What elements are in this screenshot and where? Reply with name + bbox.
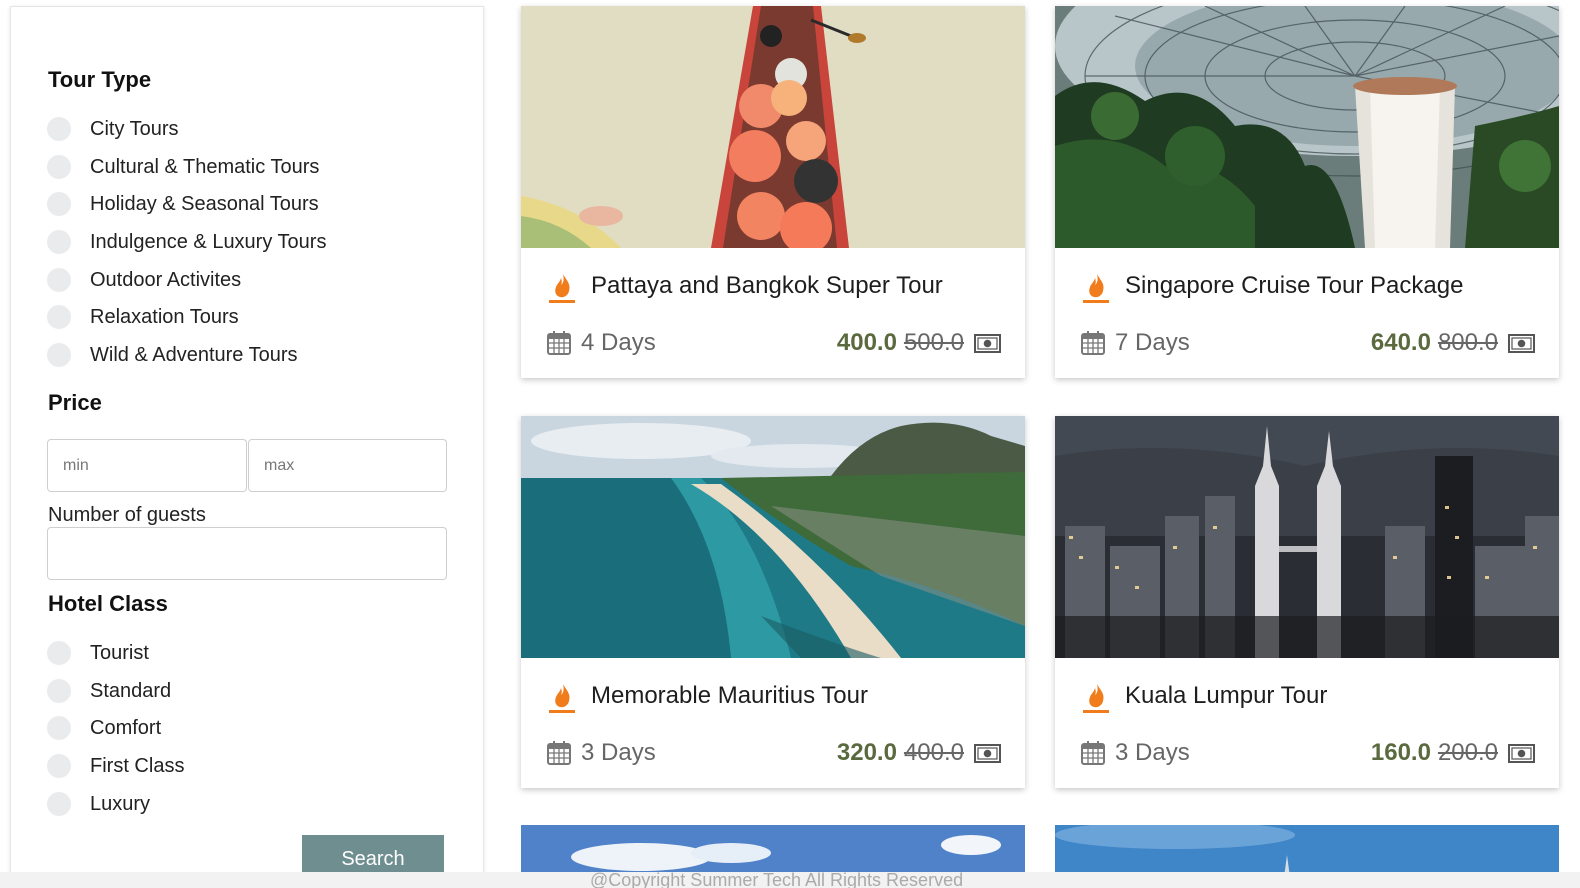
hotel-class-option[interactable]: Luxury <box>47 789 150 819</box>
radio-button[interactable] <box>47 192 71 216</box>
current-price: 640.0 <box>1370 329 1431 356</box>
guests-label: Number of guests <box>48 504 206 526</box>
tour-duration: 4 Days <box>581 329 656 356</box>
old-price: 500.0 <box>903 329 964 356</box>
radio-button[interactable] <box>47 679 71 703</box>
calendar-icon <box>1081 331 1105 355</box>
old-price: 800.0 <box>1437 329 1498 356</box>
tour-title: Memorable Mauritius Tour <box>591 682 868 709</box>
radio-button[interactable] <box>47 716 71 740</box>
money-bill-icon <box>974 333 1001 353</box>
tour-type-option[interactable]: City Tours <box>47 114 179 144</box>
fire-icon <box>1083 274 1109 303</box>
option-label: Comfort <box>90 716 162 739</box>
option-label: Outdoor Activites <box>90 268 242 291</box>
boat-photo <box>521 6 1025 248</box>
beach-photo <box>521 416 1025 658</box>
tour-price: 320.0 400.0 <box>837 739 1001 767</box>
tour-card[interactable]: Pattaya and Bangkok Super Tour 4 Days 40… <box>521 6 1025 378</box>
tour-title: Kuala Lumpur Tour <box>1125 682 1328 709</box>
fire-icon <box>549 274 575 303</box>
hotel-class-option[interactable]: First Class <box>47 751 184 781</box>
tour-title: Pattaya and Bangkok Super Tour <box>591 272 943 299</box>
tour-card[interactable]: Memorable Mauritius Tour 3 Days 320.0 40… <box>521 416 1025 788</box>
option-label: Holiday & Seasonal Tours <box>90 192 319 215</box>
radio-button[interactable] <box>47 230 71 254</box>
tour-type-option[interactable]: Cultural & Thematic Tours <box>47 152 319 182</box>
option-label: Cultural & Thematic Tours <box>90 155 320 178</box>
copyright-text: @Copyright Summer Tech All Rights Reserv… <box>590 870 964 888</box>
option-label: City Tours <box>90 117 179 140</box>
waterfall-dome-photo <box>1055 6 1559 248</box>
radio-button[interactable] <box>47 792 71 816</box>
option-label: Wild & Adventure Tours <box>90 343 298 366</box>
old-price: 400.0 <box>903 739 964 766</box>
tour-price: 640.0 800.0 <box>1371 329 1535 357</box>
tour-type-option[interactable]: Wild & Adventure Tours <box>47 340 298 370</box>
option-label: First Class <box>90 754 185 777</box>
radio-button[interactable] <box>47 754 71 778</box>
tour-type-option[interactable]: Relaxation Tours <box>47 302 239 332</box>
radio-button[interactable] <box>47 305 71 329</box>
guests-input[interactable] <box>47 527 447 580</box>
radio-button[interactable] <box>47 155 71 179</box>
option-label: Tourist <box>90 641 149 664</box>
city-night-photo <box>1055 416 1559 658</box>
tour-card[interactable]: Singapore Cruise Tour Package 7 Days 640… <box>1055 6 1559 378</box>
tour-duration: 7 Days <box>1115 329 1190 356</box>
hotel-class-option[interactable]: Standard <box>47 676 171 706</box>
fire-icon <box>1083 684 1109 713</box>
money-bill-icon <box>974 743 1001 763</box>
price-max-input[interactable] <box>248 439 447 492</box>
tour-duration: 3 Days <box>1115 739 1190 766</box>
radio-button[interactable] <box>47 117 71 141</box>
current-price: 400.0 <box>836 329 897 356</box>
price-title: Price <box>48 390 102 415</box>
tour-title: Singapore Cruise Tour Package <box>1125 272 1464 299</box>
option-label: Relaxation Tours <box>90 305 239 328</box>
option-label: Luxury <box>90 792 151 815</box>
price-min-input[interactable] <box>47 439 247 492</box>
radio-button[interactable] <box>47 268 71 292</box>
hotel-class-option[interactable]: Tourist <box>47 638 149 668</box>
tour-price: 160.0 200.0 <box>1371 739 1535 767</box>
tour-duration: 3 Days <box>581 739 656 766</box>
radio-button[interactable] <box>47 343 71 367</box>
current-price: 320.0 <box>836 739 897 766</box>
tour-type-option[interactable]: Indulgence & Luxury Tours <box>47 227 326 257</box>
tour-type-option[interactable]: Outdoor Activites <box>47 265 241 295</box>
old-price: 200.0 <box>1437 739 1498 766</box>
calendar-icon <box>547 741 571 765</box>
tour-type-title: Tour Type <box>48 67 152 92</box>
current-price: 160.0 <box>1370 739 1431 766</box>
money-bill-icon <box>1508 333 1535 353</box>
calendar-icon <box>1081 741 1105 765</box>
tour-type-option[interactable]: Holiday & Seasonal Tours <box>47 189 319 219</box>
money-bill-icon <box>1508 743 1535 763</box>
filter-sidebar: Tour Type City Tours Cultural & Thematic… <box>10 6 484 888</box>
tour-price: 400.0 500.0 <box>837 329 1001 357</box>
option-label: Standard <box>90 679 172 702</box>
fire-icon <box>549 684 575 713</box>
tour-card[interactable]: Kuala Lumpur Tour 3 Days 160.0 200.0 <box>1055 416 1559 788</box>
calendar-icon <box>547 331 571 355</box>
hotel-class-option[interactable]: Comfort <box>47 713 161 743</box>
hotel-class-title: Hotel Class <box>48 591 168 616</box>
radio-button[interactable] <box>47 641 71 665</box>
option-label: Indulgence & Luxury Tours <box>90 230 327 253</box>
